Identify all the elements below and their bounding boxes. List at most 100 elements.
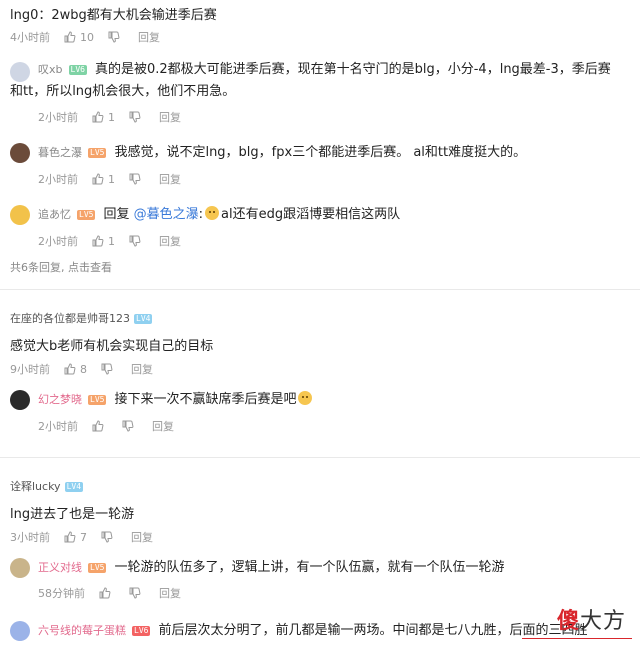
level-badge: LV5 <box>88 148 107 158</box>
reply-button[interactable]: 回复 <box>131 529 153 545</box>
avatar[interactable] <box>10 143 30 163</box>
reply-button[interactable]: 回复 <box>138 29 160 45</box>
reply-time: 58分钟前 <box>38 587 85 600</box>
like-count: 1 <box>108 110 115 124</box>
thumbs-down-icon <box>129 173 141 185</box>
reply-item: 追あ忆 LV5 回复 @暮色之瀑: al还有edg跟滔博要相信这两队 <box>38 206 401 222</box>
reply-prefix: 回复 <box>103 207 134 222</box>
reply-button[interactable]: 回复 <box>159 109 181 125</box>
avatar[interactable] <box>10 558 30 578</box>
reply-meta: 2小时前 1 回复 <box>38 171 195 187</box>
like-button[interactable]: 7 <box>64 531 87 544</box>
level-badge: LV5 <box>88 563 107 573</box>
avatar[interactable] <box>10 390 30 410</box>
like-count: 10 <box>80 30 94 44</box>
comment-username: 诠释lucky LV4 <box>10 478 91 494</box>
like-button[interactable]: 10 <box>64 31 94 44</box>
reply-text-continued: 和tt，所以lng机会很大，他们不用急。 <box>10 84 236 99</box>
thumbs-down-icon <box>129 111 141 123</box>
level-badge: LV6 <box>68 65 87 75</box>
reply-username[interactable]: 暮色之瀑 <box>38 146 82 159</box>
like-count: 1 <box>108 234 115 248</box>
like-button[interactable]: 1 <box>92 235 115 248</box>
thumbs-down-icon <box>101 363 113 375</box>
dislike-button[interactable] <box>122 420 138 432</box>
like-button[interactable]: 1 <box>92 173 115 186</box>
reply-username[interactable]: 追あ忆 <box>38 208 71 221</box>
thumbs-up-icon <box>64 31 76 43</box>
dislike-button[interactable] <box>129 111 145 123</box>
like-count: 7 <box>80 530 87 544</box>
username-link[interactable]: 在座的各位都是帅哥123 <box>10 312 130 325</box>
username-link[interactable]: 诠释lucky <box>10 480 61 493</box>
reply-button[interactable]: 回复 <box>152 418 174 434</box>
thumbs-up-icon <box>64 531 76 543</box>
comment-time: 9小时前 <box>10 363 50 376</box>
reply-time: 2小时前 <box>38 420 78 433</box>
reply-username[interactable]: 正义对线 <box>38 561 82 574</box>
thumbs-down-icon <box>101 531 113 543</box>
reply-meta: 2小时前 1 回复 <box>38 109 195 125</box>
reply-meta: 2小时前 1 回复 <box>38 233 195 249</box>
avatar[interactable] <box>10 62 30 82</box>
reply-text: 我感觉，说不定lng，blg，fpx三个都能进季后赛。 al和tt难度挺大的。 <box>114 145 527 160</box>
emoji-icon <box>298 391 313 405</box>
comment-meta: 3小时前 7 回复 <box>10 529 167 545</box>
level-badge: LV6 <box>132 626 151 636</box>
reply-username[interactable]: 幻之梦晓 <box>38 393 82 406</box>
level-badge: LV5 <box>88 395 107 405</box>
reply-button[interactable]: 回复 <box>131 361 153 377</box>
thumbs-up-icon <box>64 363 76 375</box>
thumbs-up-icon <box>92 173 104 185</box>
thumbs-up-icon <box>99 587 111 599</box>
reply-item: 暮色之瀑 LV5 我感觉，说不定lng，blg，fpx三个都能进季后赛。 al和tt… <box>38 142 632 164</box>
comment-meta: 9小时前 8 回复 <box>10 361 167 377</box>
comment-time: 3小时前 <box>10 531 50 544</box>
comment-content: lng进去了也是一轮游 <box>10 507 135 522</box>
thumbs-up-icon <box>92 111 104 123</box>
avatar[interactable] <box>10 621 30 641</box>
reply-button[interactable]: 回复 <box>159 585 181 601</box>
dislike-button[interactable] <box>129 173 145 185</box>
mention-link[interactable]: @暮色之瀑 <box>134 207 199 222</box>
comment-meta: 4小时前 10 回复 <box>10 29 174 45</box>
like-count: 1 <box>108 172 115 186</box>
avatar[interactable] <box>10 205 30 225</box>
watermark-logo: 傻大方 <box>557 603 626 635</box>
like-button[interactable] <box>99 587 115 599</box>
watermark-brand: 傻 <box>556 609 580 634</box>
dislike-button[interactable] <box>108 31 124 43</box>
thumbs-up-icon <box>92 420 104 432</box>
reply-time: 2小时前 <box>38 173 78 186</box>
reply-button[interactable]: 回复 <box>159 171 181 187</box>
comment-content: lng0：2wbg都有大机会输进季后赛 <box>10 8 217 23</box>
divider <box>0 289 640 290</box>
comment-time: 4小时前 <box>10 31 50 44</box>
divider <box>0 457 640 458</box>
reply-meta: 58分钟前 回复 <box>38 585 195 601</box>
like-button[interactable]: 1 <box>92 111 115 124</box>
dislike-button[interactable] <box>101 363 117 375</box>
reply-meta: 2小时前 回复 <box>38 418 188 434</box>
level-badge: LV5 <box>77 210 96 220</box>
level-badge: LV4 <box>134 314 153 324</box>
dislike-button[interactable] <box>101 531 117 543</box>
like-count: 8 <box>80 362 87 376</box>
reply-item: 正义对线 LV5 一轮游的队伍多了，逻辑上讲，有一个队伍赢，就有一个队伍一轮游 <box>38 557 632 579</box>
reply-text: 接下来一次不赢缺席季后赛是吧 <box>114 392 297 407</box>
thumbs-down-icon <box>129 235 141 247</box>
reply-time: 2小时前 <box>38 111 78 124</box>
reply-username[interactable]: 六号线的莓子蛋糕 <box>38 624 126 637</box>
view-more-replies[interactable]: 共6条回复, 点击查看 <box>10 259 112 275</box>
dislike-button[interactable] <box>129 235 145 247</box>
like-button[interactable] <box>92 420 108 432</box>
reply-item: 幻之梦晓 LV5 接下来一次不赢缺席季后赛是吧 <box>38 389 632 411</box>
comment-username: 在座的各位都是帅哥123 LV4 <box>10 310 160 326</box>
reply-username[interactable]: 叹xb <box>38 63 63 76</box>
reply-text: al还有edg跟滔博要相信这两队 <box>221 207 401 222</box>
like-button[interactable]: 8 <box>64 363 87 376</box>
dislike-button[interactable] <box>129 587 145 599</box>
reply-text: 一轮游的队伍多了，逻辑上讲，有一个队伍赢，就有一个队伍一轮游 <box>114 560 505 575</box>
level-badge: LV4 <box>64 482 84 492</box>
reply-button[interactable]: 回复 <box>159 233 181 249</box>
